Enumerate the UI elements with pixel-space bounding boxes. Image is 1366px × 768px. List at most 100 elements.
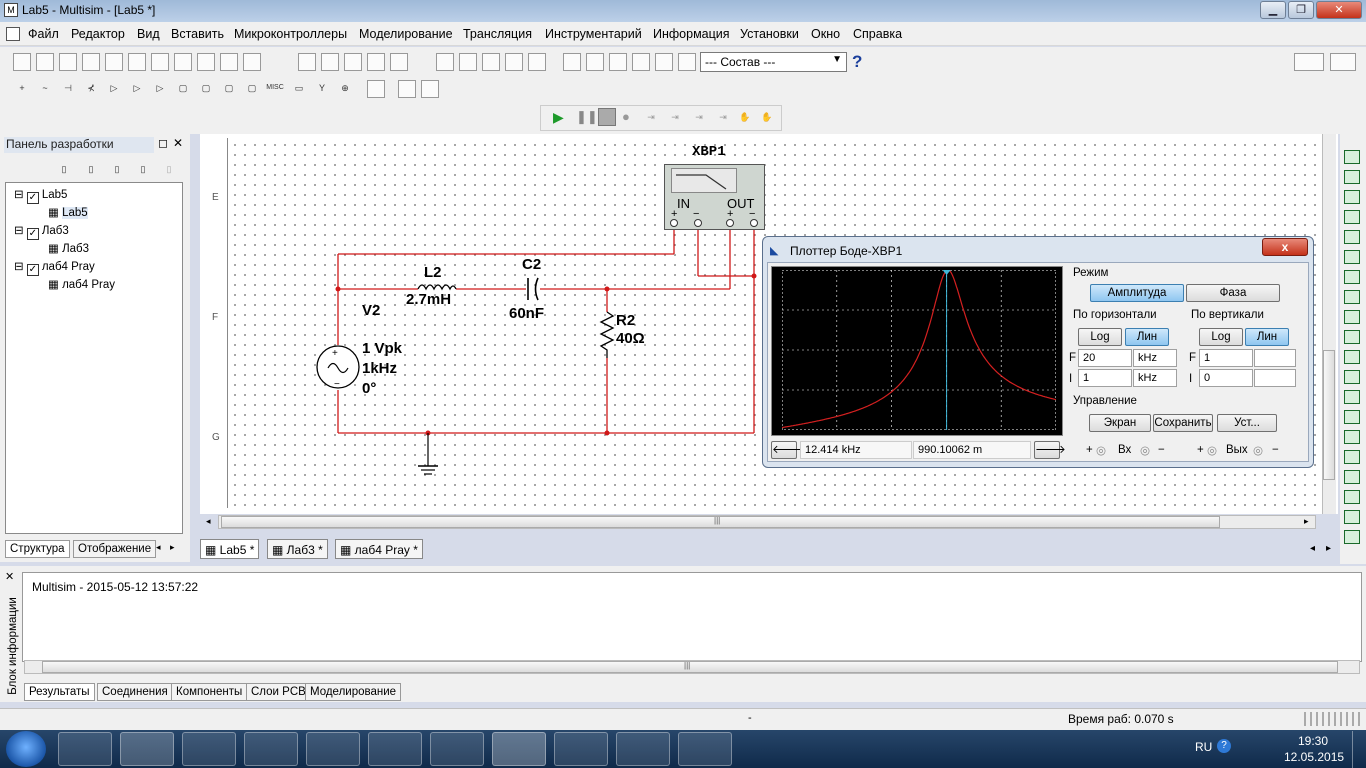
- word-generator-icon[interactable]: [1344, 290, 1360, 304]
- in-plus-terminal-label: +: [1086, 444, 1093, 456]
- resistor-name[interactable]: R2: [616, 312, 635, 329]
- tab-pcb-layers[interactable]: Слои PCB: [246, 683, 311, 701]
- tab-results[interactable]: Результаты: [24, 683, 95, 701]
- show-desktop-button[interactable]: [1352, 731, 1366, 768]
- taskbar-word[interactable]: [120, 732, 174, 766]
- agilent-multimeter-icon[interactable]: [1344, 450, 1360, 464]
- cursor-left-button[interactable]: 🡐: [771, 441, 803, 459]
- current-probe-icon[interactable]: [1344, 530, 1360, 544]
- reverse-button[interactable]: Экран: [1089, 414, 1151, 432]
- network-analyzer-icon[interactable]: [1344, 410, 1360, 424]
- horizontal-initial-field[interactable]: 1: [1078, 369, 1132, 387]
- terminal-icon[interactable]: ◎: [1253, 443, 1263, 457]
- vertical-initial-letter: I: [1189, 373, 1193, 385]
- taskbar-explorer[interactable]: [368, 732, 422, 766]
- terminal-in-minus[interactable]: [694, 219, 702, 227]
- bode-plot-svg: [782, 270, 1056, 430]
- bode-plotter-icon[interactable]: [1344, 250, 1360, 264]
- vertical-lin-button[interactable]: Лин: [1245, 328, 1289, 346]
- set-button[interactable]: Уст...: [1217, 414, 1277, 432]
- language-indicator[interactable]: RU: [1195, 740, 1212, 754]
- horizontal-initial-unit[interactable]: kHz: [1133, 369, 1177, 387]
- vertical-initial-field[interactable]: 0: [1199, 369, 1253, 387]
- vertical-initial-unit[interactable]: [1254, 369, 1296, 387]
- multimeter-icon[interactable]: [1344, 150, 1360, 164]
- taskbar-app[interactable]: [244, 732, 298, 766]
- results-area: [22, 572, 1362, 662]
- info-side-label-text: Блок информации: [7, 597, 19, 695]
- capacitor-name[interactable]: C2: [522, 256, 541, 273]
- spectrum-analyzer-icon[interactable]: [1344, 390, 1360, 404]
- taskbar-excel[interactable]: [678, 732, 732, 766]
- taskbar-media-player[interactable]: [58, 732, 112, 766]
- arrow-left-icon: 🡐: [772, 444, 803, 456]
- tab-simulation[interactable]: Моделирование: [305, 683, 402, 701]
- clock-date[interactable]: 12.05.2015: [1284, 750, 1344, 764]
- terminal-icon[interactable]: ◎: [1096, 443, 1106, 457]
- horizontal-log-button[interactable]: Log: [1078, 328, 1122, 346]
- inductor-name[interactable]: L2: [424, 264, 442, 281]
- terminal-out-plus[interactable]: [726, 219, 734, 227]
- capacitor-value: 60nF: [509, 305, 545, 322]
- horizontal-final-unit[interactable]: kHz: [1133, 349, 1177, 367]
- help-tray-icon[interactable]: ?: [1217, 739, 1231, 753]
- clock-time[interactable]: 19:30: [1298, 734, 1328, 748]
- resistor-value: 40Ω: [616, 330, 645, 347]
- taskbar-game[interactable]: [554, 732, 608, 766]
- horizontal-final-letter: F: [1069, 352, 1077, 364]
- tektronix-oscilloscope-icon[interactable]: [1344, 490, 1360, 504]
- taskbar-app[interactable]: [616, 732, 670, 766]
- tab-nets[interactable]: Соединения: [97, 683, 173, 701]
- lowpass-icon: [676, 174, 727, 190]
- cursor-right-button[interactable]: 🡒: [1034, 441, 1066, 459]
- mode-label: Режим: [1073, 267, 1109, 279]
- cursor-value: 990.10062 m: [913, 441, 1031, 459]
- instrument-name: XBP1: [692, 144, 726, 160]
- phase-button[interactable]: Фаза: [1186, 284, 1280, 302]
- agilent-oscilloscope-icon[interactable]: [1344, 470, 1360, 484]
- agilent-generator-icon[interactable]: [1344, 430, 1360, 444]
- vertical-final-letter: F: [1189, 352, 1197, 364]
- taskbar-app[interactable]: [182, 732, 236, 766]
- status-progress: [1304, 712, 1362, 726]
- taskbar-multisim[interactable]: [492, 732, 546, 766]
- horizontal-lin-button[interactable]: Лин: [1125, 328, 1169, 346]
- in-terminal-label: Вх: [1118, 444, 1132, 456]
- svg-text:−: −: [334, 379, 340, 390]
- bode-close-button[interactable]: x: [1262, 238, 1308, 256]
- terminal-in-plus[interactable]: [670, 219, 678, 227]
- out-terminal-label: Вых: [1226, 444, 1248, 456]
- source-phase: 0°: [362, 380, 377, 397]
- oscilloscope-icon[interactable]: [1344, 210, 1360, 224]
- bode-window-title: Плоттер Боде-XBP1: [790, 244, 903, 258]
- taskbar-app[interactable]: [430, 732, 484, 766]
- four-channel-oscilloscope-icon[interactable]: [1344, 230, 1360, 244]
- vertical-final-field[interactable]: 1: [1199, 349, 1253, 367]
- terminal-out-minus[interactable]: [750, 219, 758, 227]
- magnitude-curve: [782, 270, 1056, 429]
- wattmeter-icon[interactable]: [1344, 190, 1360, 204]
- iv-analyzer-icon[interactable]: [1344, 350, 1360, 364]
- source-name[interactable]: V2: [362, 302, 380, 319]
- vertical-log-button[interactable]: Log: [1199, 328, 1243, 346]
- start-button[interactable]: [6, 731, 46, 767]
- control-label: Управление: [1073, 395, 1137, 407]
- distortion-analyzer-icon[interactable]: [1344, 370, 1360, 384]
- logic-analyzer-icon[interactable]: [1344, 310, 1360, 324]
- info-close-icon[interactable]: ✕: [5, 570, 14, 583]
- arrow-right-icon: 🡒: [1035, 444, 1066, 456]
- instrument-in-label: IN: [677, 196, 690, 211]
- save-button[interactable]: Сохранить: [1153, 414, 1213, 432]
- taskbar-chrome[interactable]: [306, 732, 360, 766]
- tab-components[interactable]: Компоненты: [171, 683, 248, 701]
- logic-converter-icon[interactable]: [1344, 330, 1360, 344]
- function-generator-icon[interactable]: [1344, 170, 1360, 184]
- horizontal-final-field[interactable]: 20: [1078, 349, 1132, 367]
- terminal-icon[interactable]: ◎: [1207, 443, 1217, 457]
- magnitude-button[interactable]: Амплитуда: [1090, 284, 1184, 302]
- frequency-counter-icon[interactable]: [1344, 270, 1360, 284]
- info-scroll-grip: |||: [684, 661, 691, 670]
- vertical-final-unit[interactable]: [1254, 349, 1296, 367]
- terminal-icon[interactable]: ◎: [1140, 443, 1150, 457]
- labview-instrument-icon[interactable]: [1344, 510, 1360, 524]
